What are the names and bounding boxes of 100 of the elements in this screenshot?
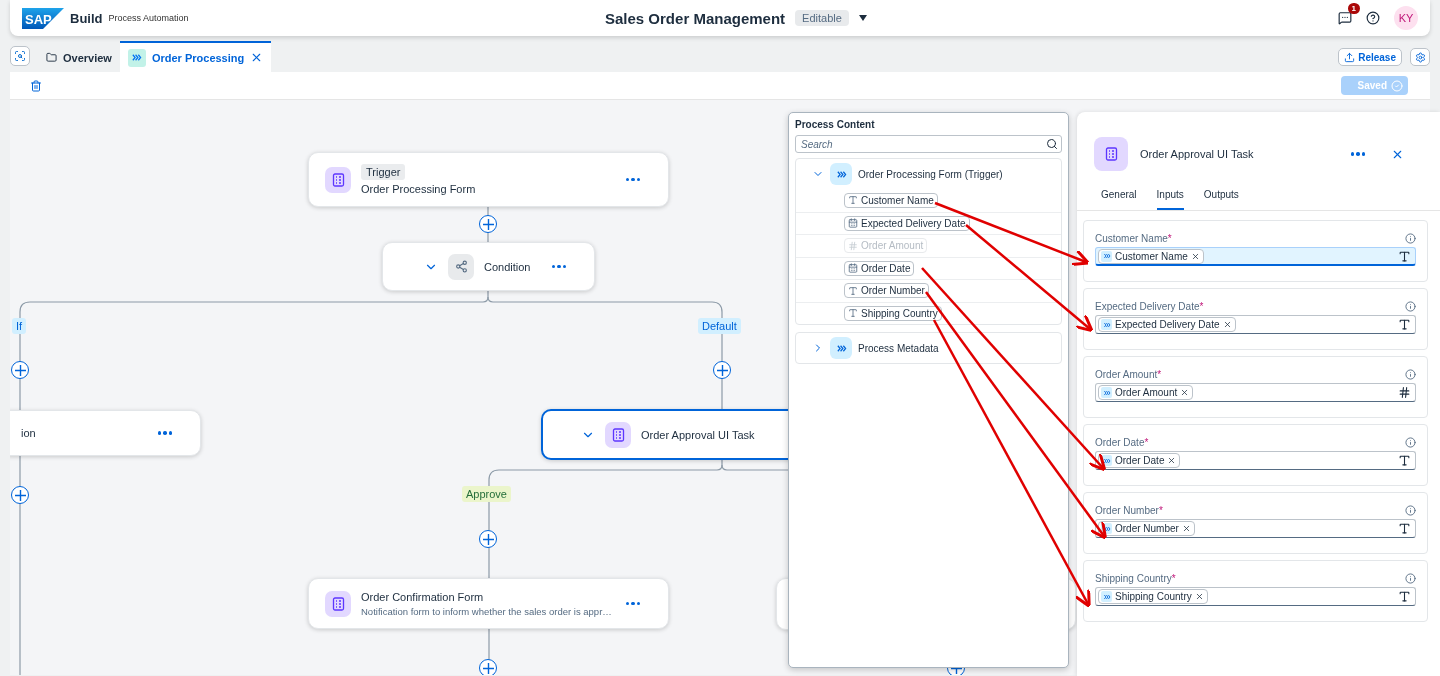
field-chip[interactable]: Shipping Country: [844, 305, 942, 321]
check-icon: [1391, 79, 1403, 92]
node-title: Condition: [484, 260, 531, 273]
text-type-icon: [1398, 522, 1411, 535]
product-name: Build: [70, 10, 103, 26]
value-token[interactable]: Customer Name: [1098, 248, 1204, 264]
chevrons-icon: [131, 52, 143, 63]
process-node[interactable]: Order Confirmation Form Notification form to inform whether the sales order is appr…: [308, 578, 669, 629]
tab[interactable]: Order Processing: [119, 41, 272, 72]
input-field[interactable]: Expected Delivery Date: [1095, 315, 1416, 334]
value-token[interactable]: Order Date: [1098, 453, 1181, 468]
input-label: Customer Name*: [1095, 233, 1172, 244]
sap-logo: SAP: [22, 7, 64, 29]
help-icon[interactable]: [1366, 11, 1380, 25]
settings-button[interactable]: [1410, 48, 1430, 66]
remove-icon[interactable]: [1222, 320, 1232, 329]
search-field[interactable]: Search: [795, 135, 1062, 153]
search-button[interactable]: [10, 46, 30, 66]
branch-label: Approve: [462, 486, 511, 502]
field-chip[interactable]: Order Date: [844, 260, 915, 276]
input-field[interactable]: Customer Name: [1095, 247, 1416, 266]
remove-icon[interactable]: [1167, 456, 1177, 465]
tree-item[interactable]: Order Processing Form (Trigger): [796, 159, 1061, 189]
remove-icon[interactable]: [1194, 592, 1204, 601]
text-type-icon: [1398, 454, 1411, 467]
branch-label: Default: [698, 318, 741, 334]
node-title: Order Confirmation Form: [361, 590, 485, 603]
input-field[interactable]: Order Amount: [1095, 383, 1416, 402]
upload-icon: [1344, 51, 1356, 63]
more-icon[interactable]: [625, 601, 640, 606]
remove-icon[interactable]: [1181, 524, 1191, 533]
calendar-icon: [848, 218, 858, 229]
product-subtitle: Process Automation: [108, 13, 189, 23]
release-button[interactable]: Release: [1338, 48, 1402, 66]
remove-icon[interactable]: [1190, 251, 1200, 261]
value-token[interactable]: Order Amount: [1098, 385, 1194, 400]
remove-icon[interactable]: [1180, 388, 1190, 397]
tab[interactable]: Inputs: [1156, 189, 1184, 210]
feedback-icon[interactable]: [1338, 11, 1352, 25]
chevrons-icon: [1102, 456, 1111, 465]
group-label: Order Processing Form (Trigger): [858, 168, 1003, 180]
branch-label: If: [12, 318, 27, 334]
more-icon[interactable]: [551, 264, 566, 269]
status-tag: Editable: [795, 10, 849, 26]
user-avatar[interactable]: KY: [1394, 6, 1418, 30]
node-title: ion: [21, 427, 36, 439]
input-field[interactable]: Order Number: [1095, 519, 1416, 538]
add-step-button[interactable]: [479, 659, 497, 675]
field-chip[interactable]: Customer Name: [844, 192, 938, 208]
info-icon[interactable]: [1405, 573, 1416, 584]
input-field[interactable]: Order Date: [1095, 451, 1416, 470]
value-token[interactable]: Order Number: [1098, 521, 1195, 536]
add-step-button[interactable]: [11, 486, 29, 504]
process-node[interactable]: Trigger Order Processing Form: [308, 152, 669, 207]
branch-icon: [454, 260, 468, 273]
text-type-icon: [848, 195, 858, 206]
notification-badge: 1: [1347, 3, 1360, 14]
tree-item[interactable]: Process Metadata: [796, 333, 1061, 363]
process-node[interactable]: ion: [10, 410, 201, 456]
form-icon: [331, 172, 345, 187]
number-type-icon: [1398, 386, 1411, 399]
tab[interactable]: Overview: [38, 41, 120, 72]
info-icon[interactable]: [1405, 437, 1416, 448]
chevrons-icon: [1102, 592, 1111, 601]
trigger-tag: Trigger: [361, 164, 406, 180]
input-label: Order Date*: [1095, 437, 1149, 448]
info-icon[interactable]: [1405, 505, 1416, 516]
info-icon[interactable]: [1405, 369, 1416, 380]
add-step-button[interactable]: [479, 530, 497, 548]
text-type-icon: [1398, 249, 1411, 263]
value-token[interactable]: Expected Delivery Date: [1098, 317, 1236, 332]
chevrons-icon: [1102, 524, 1111, 533]
group-label: Process Metadata: [858, 342, 939, 354]
add-step-button[interactable]: [479, 215, 497, 233]
add-step-button[interactable]: [11, 361, 29, 379]
input-field[interactable]: Shipping Country: [1095, 587, 1416, 606]
chevrons-icon: [1102, 320, 1111, 329]
info-icon[interactable]: [1405, 233, 1416, 244]
add-step-button[interactable]: [713, 361, 731, 379]
number-type-icon: [848, 240, 858, 251]
process-node[interactable]: Condition: [382, 242, 595, 291]
field-chip[interactable]: Order Number: [844, 283, 929, 299]
info-icon[interactable]: [1405, 301, 1416, 312]
more-icon[interactable]: [625, 177, 640, 182]
delete-icon[interactable]: [30, 79, 42, 92]
search-icon: [14, 50, 26, 62]
folder-icon: [46, 52, 57, 63]
chevrons-icon: [1102, 388, 1111, 397]
input-label: Shipping Country*: [1095, 573, 1176, 584]
tab[interactable]: Outputs: [1203, 189, 1239, 210]
caret-icon[interactable]: [858, 15, 867, 21]
tab[interactable]: General: [1101, 189, 1137, 210]
input-label: Order Amount*: [1095, 369, 1162, 380]
search-icon[interactable]: [1046, 138, 1058, 150]
field-chip[interactable]: Expected Delivery Date: [844, 215, 970, 231]
popover-title: Process Content: [795, 119, 876, 130]
more-icon[interactable]: [1350, 152, 1365, 156]
more-icon[interactable]: [157, 431, 172, 435]
value-token[interactable]: Shipping Country: [1098, 589, 1208, 604]
text-type-icon: [848, 285, 858, 296]
